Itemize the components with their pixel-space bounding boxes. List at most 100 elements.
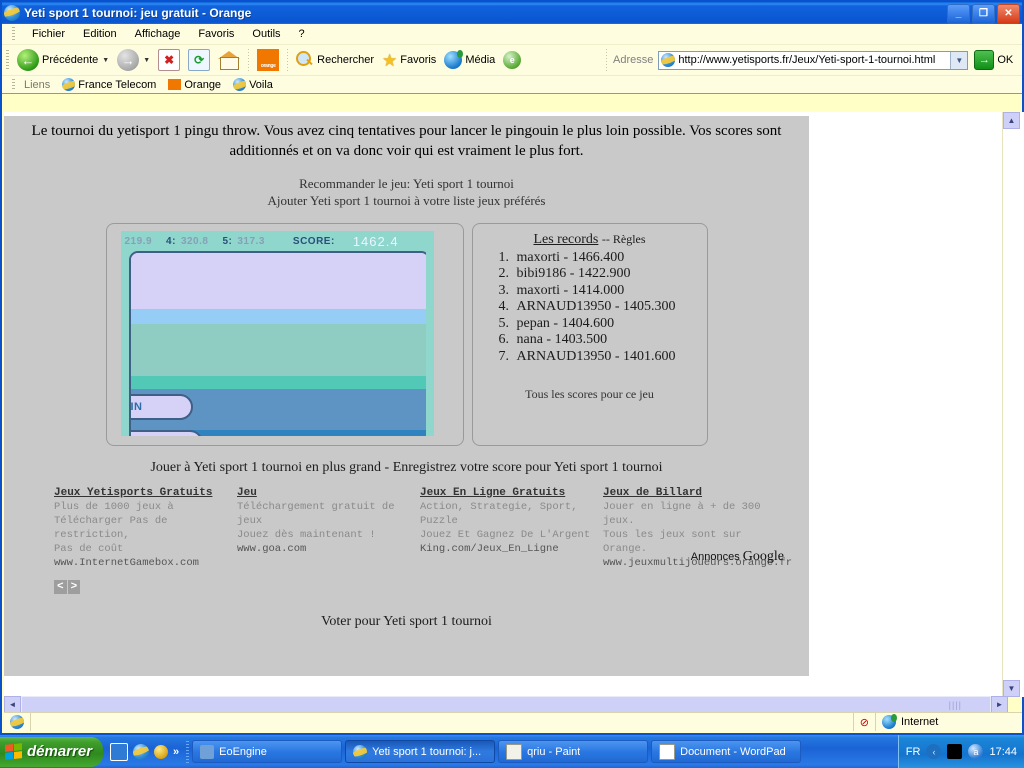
ad-line: Plus de 1000 jeux à bbox=[54, 501, 174, 514]
address-label: Adresse bbox=[613, 54, 654, 66]
play-bigger-link[interactable]: Jouer à Yeti sport 1 tournoi en plus gra… bbox=[4, 460, 809, 476]
tray-network-icon[interactable]: a bbox=[968, 744, 984, 759]
status-privacy-icon[interactable]: ⊘ bbox=[854, 713, 876, 731]
stop-icon: ✖ bbox=[158, 49, 181, 71]
toolbar-separator bbox=[248, 49, 250, 71]
orange-logo-text: orange bbox=[260, 63, 276, 69]
ad-heading[interactable]: Jeux En Ligne Gratuits bbox=[420, 486, 603, 501]
clock[interactable]: 17:44 bbox=[989, 746, 1017, 758]
menu-affichage[interactable]: Affichage bbox=[126, 26, 190, 42]
task-eoengine[interactable]: EoEngine bbox=[192, 740, 343, 763]
address-dropdown-icon[interactable]: ▼ bbox=[950, 51, 968, 69]
money-icon[interactable] bbox=[154, 744, 168, 759]
start-button[interactable]: démarrer bbox=[0, 736, 103, 767]
links-grip-icon[interactable] bbox=[12, 78, 15, 91]
minimize-button[interactable]: _ bbox=[947, 4, 970, 24]
link-voila[interactable]: Voila bbox=[229, 78, 277, 91]
menu-fichier[interactable]: Fichier bbox=[23, 26, 74, 42]
task-label: EoEngine bbox=[219, 745, 267, 758]
task-yeti-sport[interactable]: Yeti sport 1 tournoi: j... bbox=[345, 740, 496, 763]
messenger-icon: e bbox=[503, 51, 522, 69]
maximize-button[interactable]: ❐ bbox=[972, 4, 995, 24]
ad-heading[interactable]: Jeu bbox=[237, 486, 420, 501]
eoengine-icon bbox=[200, 744, 215, 759]
all-scores-link[interactable]: Tous les scores pour ce jeu bbox=[483, 387, 697, 402]
vote-link[interactable]: Voter pour Yeti sport 1 tournoi bbox=[4, 614, 809, 630]
score-attempt-3: 219.9 bbox=[124, 235, 153, 247]
menu-help[interactable]: ? bbox=[290, 26, 314, 42]
record-row: ARNAUD13950 - 1405.300 bbox=[513, 299, 697, 316]
add-favorite-link[interactable]: Ajouter Yeti sport 1 tournoi à votre lis… bbox=[4, 193, 809, 209]
back-dropdown-icon[interactable]: ▼ bbox=[102, 57, 109, 64]
menu-outils[interactable]: Outils bbox=[243, 26, 289, 42]
horizontal-scroll-thumb[interactable]: |||| bbox=[21, 696, 991, 713]
menu-grip-icon[interactable] bbox=[12, 27, 15, 41]
tray-chevron-icon[interactable]: ‹ bbox=[926, 744, 942, 759]
scroll-up-button[interactable]: ▲ bbox=[1003, 112, 1020, 129]
start-label: démarrer bbox=[27, 743, 93, 760]
address-input[interactable]: http://www.yetisports.fr/Jeux/Yeti-sport… bbox=[658, 50, 969, 70]
search-button[interactable]: Rechercher bbox=[292, 45, 378, 75]
favorites-label: Favoris bbox=[400, 54, 437, 66]
messenger-button[interactable]: e bbox=[499, 45, 525, 75]
ad-prev-button[interactable]: < bbox=[54, 580, 67, 595]
task-paint[interactable]: qriu - Paint bbox=[498, 740, 649, 763]
task-list: EoEngine Yeti sport 1 tournoi: j... qriu… bbox=[189, 740, 802, 763]
ad-heading[interactable]: Jeux de Billard bbox=[603, 486, 786, 501]
favorites-button[interactable]: ★ Favoris bbox=[378, 45, 440, 75]
internet-explorer-icon bbox=[4, 5, 20, 21]
forward-dropdown-icon[interactable]: ▼ bbox=[143, 57, 150, 64]
task-wordpad[interactable]: Document - WordPad bbox=[651, 740, 802, 763]
go-button[interactable]: → OK bbox=[974, 50, 1013, 70]
close-button[interactable]: ✕ bbox=[997, 4, 1020, 24]
ad-heading[interactable]: Jeux Yetisports Gratuits bbox=[54, 486, 237, 501]
forward-button[interactable]: → ▼ bbox=[113, 45, 154, 75]
toolbar-grip-icon[interactable] bbox=[6, 50, 9, 70]
page-content: Le tournoi du yetisport 1 pingu throw. V… bbox=[4, 116, 809, 676]
link-orange[interactable]: Orange bbox=[164, 79, 225, 91]
media-button[interactable]: Média bbox=[440, 45, 499, 75]
home-button[interactable] bbox=[214, 45, 244, 75]
shore-layer bbox=[130, 375, 428, 389]
game-panel[interactable]: 219.9 4: 320.8 5: 317.3 SCORE: 1462.4 IN bbox=[105, 222, 464, 446]
view-score-button[interactable]: EW SCORE bbox=[130, 429, 203, 436]
vertical-scrollbar[interactable]: ▲ ▼ bbox=[1002, 112, 1020, 697]
game-stage[interactable]: 219.9 4: 320.8 5: 317.3 SCORE: 1462.4 IN bbox=[120, 230, 434, 436]
records-rules-link[interactable]: -- Règles bbox=[602, 232, 646, 246]
scroll-left-button[interactable]: ◄ bbox=[4, 696, 21, 713]
go-arrow-icon: → bbox=[974, 50, 995, 70]
internet-explorer-icon[interactable] bbox=[133, 743, 149, 760]
scroll-down-button[interactable]: ▼ bbox=[1003, 680, 1020, 697]
orange-portal-button[interactable]: orange bbox=[253, 45, 283, 75]
ad-line: Télécharger Pas de restriction, bbox=[54, 514, 168, 541]
page-viewport: Le tournoi du yetisport 1 pingu throw. V… bbox=[4, 112, 1024, 697]
ad-next-button[interactable]: > bbox=[67, 580, 81, 595]
refresh-button[interactable]: ⟳ bbox=[184, 45, 214, 75]
records-title[interactable]: Les records bbox=[533, 232, 598, 247]
quick-launch-more-icon[interactable]: » bbox=[173, 746, 179, 758]
tray-console-icon[interactable] bbox=[947, 744, 963, 759]
page-icon bbox=[661, 53, 676, 67]
globe-icon bbox=[882, 714, 897, 729]
scroll-right-button[interactable]: ► bbox=[991, 696, 1008, 713]
play-again-button[interactable]: AGAIN bbox=[130, 393, 193, 420]
show-desktop-icon[interactable] bbox=[110, 742, 128, 761]
link-france-telecom[interactable]: France Telecom bbox=[58, 78, 160, 91]
horizontal-scrollbar[interactable]: ◄ |||| ► bbox=[4, 696, 1008, 713]
sky-layer bbox=[130, 252, 428, 309]
back-button[interactable]: ← Précédente ▼ bbox=[13, 45, 113, 75]
menu-edition[interactable]: Edition bbox=[74, 26, 126, 42]
recommend-link[interactable]: Recommander le jeu: Yeti sport 1 tournoi bbox=[4, 176, 809, 192]
ad-block[interactable]: Jeux En Ligne Gratuits Action, Strategie… bbox=[420, 486, 603, 571]
vertical-scroll-track[interactable] bbox=[1003, 129, 1020, 680]
stop-button[interactable]: ✖ bbox=[154, 45, 184, 75]
ad-block[interactable]: Jeux Yetisports Gratuits Plus de 1000 je… bbox=[54, 486, 237, 571]
language-indicator[interactable]: FR bbox=[906, 746, 921, 758]
ad-block[interactable]: Jeu Téléchargement gratuit de jeux Jouez… bbox=[237, 486, 420, 571]
stage-right-edge bbox=[425, 230, 434, 436]
menu-favoris[interactable]: Favoris bbox=[189, 26, 243, 42]
wordpad-icon bbox=[659, 743, 676, 760]
score-total-label: SCORE: bbox=[292, 235, 335, 247]
game-playfield[interactable]: AGAIN EW SCORE bbox=[128, 250, 430, 436]
address-grip-icon[interactable] bbox=[606, 49, 607, 71]
